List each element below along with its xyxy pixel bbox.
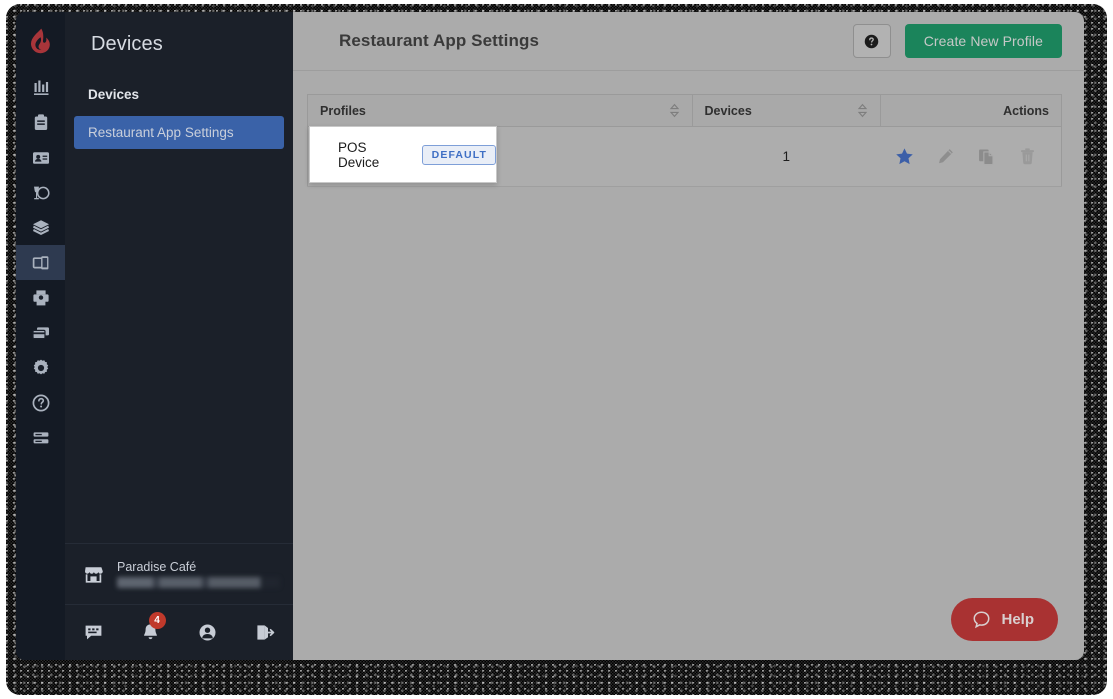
column-header-devices[interactable]: Devices (692, 94, 882, 127)
page-header: Restaurant App Settings Create New Profi… (293, 12, 1084, 71)
bar-chart-icon (33, 80, 48, 95)
question-circle-icon (32, 394, 49, 411)
notifications-button[interactable]: 4 (122, 612, 179, 643)
rail-item-devices[interactable] (16, 245, 65, 280)
rail-item-reports[interactable] (16, 70, 65, 105)
shop-info: Paradise Café (117, 560, 280, 588)
icon-rail (16, 12, 65, 660)
table-head: Profiles Devices Actions (307, 94, 1062, 127)
rail-item-more[interactable] (16, 420, 65, 455)
devices-icon (32, 255, 48, 269)
rail-item-customers[interactable] (16, 140, 65, 175)
table-header-row: Profiles Devices Actions (307, 94, 1062, 127)
layers-icon (32, 219, 49, 235)
rail-item-list (16, 70, 65, 455)
spotlight-highlight[interactable]: POS Device DEFAULT (309, 126, 497, 183)
spotlight-status-badge: DEFAULT (421, 144, 496, 165)
rail-item-help[interactable] (16, 385, 65, 420)
sidebar-title: Devices (91, 33, 163, 55)
spotlight-profile-name: POS Device (338, 139, 380, 170)
page-title: Restaurant App Settings (339, 31, 540, 50)
cell-device-count: 1 (692, 126, 881, 187)
sidebar-nav: Devices Restaurant App Settings (65, 78, 293, 154)
shop-subtitle-redacted (117, 577, 280, 588)
shop-name: Paradise Café (117, 560, 197, 574)
duplicate-copy-icon[interactable] (977, 147, 996, 166)
user-circle-icon (199, 624, 216, 641)
sort-icon-profiles[interactable] (669, 103, 680, 118)
column-label-profiles: Profiles (320, 103, 366, 118)
column-header-profiles[interactable]: Profiles (307, 94, 693, 127)
id-card-icon (32, 151, 49, 164)
logout-icon (257, 625, 275, 640)
sidebar-footer: 4 (65, 604, 293, 660)
lightspeed-flame-logo-icon (30, 28, 50, 54)
rail-item-inventory[interactable] (16, 105, 65, 140)
sidebar-item-restaurant-app-settings[interactable]: Restaurant App Settings (74, 116, 284, 149)
chat-bubble-icon (974, 611, 990, 629)
printer-icon (32, 289, 49, 305)
main-content: Restaurant App Settings Create New Profi… (293, 12, 1084, 660)
rail-item-settings[interactable] (16, 350, 65, 385)
help-widget-label: Help (1001, 611, 1034, 628)
create-new-profile-button[interactable]: Create New Profile (904, 24, 1062, 58)
help-widget-button[interactable]: Help (951, 598, 1058, 641)
header-help-button[interactable] (852, 24, 891, 58)
gear-icon (33, 359, 48, 374)
application-window: Devices Devices Restaurant App Settings … (16, 12, 1084, 660)
delete-trash-icon[interactable] (1018, 147, 1037, 166)
rail-item-printers[interactable] (16, 280, 65, 315)
question-mark-icon (864, 34, 879, 48)
messages-button[interactable] (65, 622, 122, 643)
screenshot-root: Devices Devices Restaurant App Settings … (0, 0, 1113, 699)
brand-logo[interactable] (16, 12, 65, 70)
edit-pencil-icon[interactable] (936, 147, 955, 166)
logout-button[interactable] (236, 622, 293, 643)
storefront-icon (83, 564, 104, 585)
secondary-sidebar: Devices Devices Restaurant App Settings … (65, 12, 293, 660)
rail-item-restaurant[interactable] (16, 175, 65, 210)
account-button[interactable] (179, 622, 236, 643)
cell-actions (880, 126, 1062, 187)
list-lines-icon (33, 431, 48, 443)
sort-icon-devices[interactable] (857, 103, 868, 118)
chat-icon (85, 625, 102, 640)
notification-badge: 4 (148, 612, 166, 629)
payment-cards-icon (31, 326, 49, 339)
rail-item-payments[interactable] (16, 315, 65, 350)
wine-glass-plate-icon (33, 186, 50, 199)
clipboard-icon (34, 113, 47, 130)
column-label-actions: Actions (1003, 103, 1049, 118)
column-header-actions: Actions (880, 94, 1062, 127)
rail-item-products[interactable] (16, 210, 65, 245)
column-label-devices: Devices (704, 103, 752, 118)
header-actions: Create New Profile (852, 24, 1062, 58)
set-default-star-icon[interactable] (895, 147, 914, 166)
sidebar-item-devices[interactable]: Devices (74, 78, 284, 111)
shop-switcher[interactable]: Paradise Café (65, 543, 293, 604)
